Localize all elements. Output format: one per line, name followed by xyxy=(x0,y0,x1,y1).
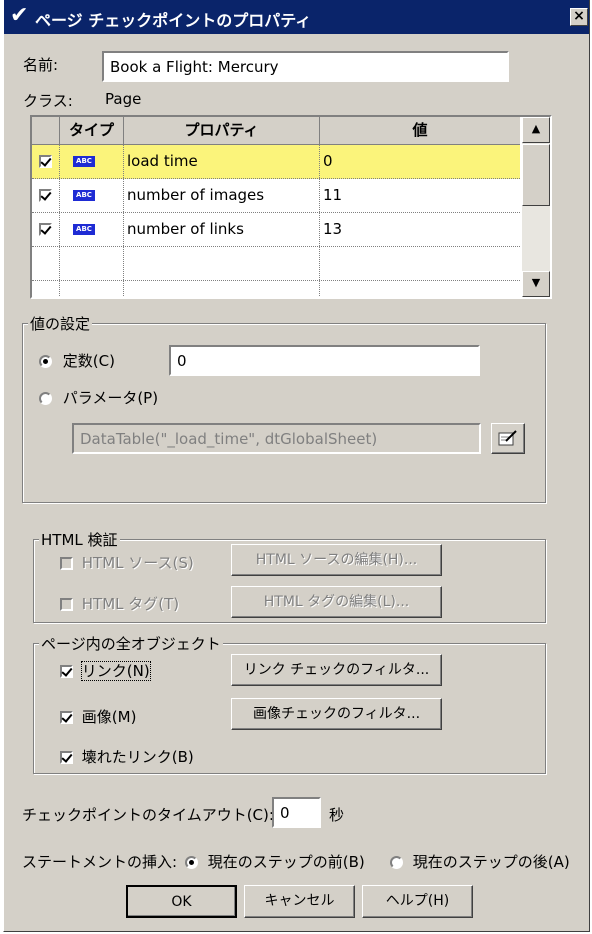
insert-before-label: 現在のステップの前(B) xyxy=(207,853,365,871)
html-source-option[interactable]: HTML ソース(S) xyxy=(60,552,194,573)
constant-radio-label: 定数(C) xyxy=(62,352,115,370)
table-header: タイプ プロパティ 値 xyxy=(32,117,520,145)
broken-links-checkbox[interactable] xyxy=(60,751,73,764)
insert-label: ステートメントの挿入: xyxy=(22,853,178,871)
cancel-button[interactable]: キャンセル xyxy=(244,885,355,918)
parameter-option[interactable]: パラメータ(P) xyxy=(39,387,158,408)
table-row[interactable]: ABC number of images 11 xyxy=(32,179,520,213)
html-source-label: HTML ソース(S) xyxy=(81,554,194,572)
constant-option[interactable]: 定数(C) xyxy=(39,350,115,371)
broken-links-option[interactable]: 壊れたリンク(B) xyxy=(60,746,194,767)
empty-row xyxy=(32,281,520,297)
insert-after-option[interactable]: 現在のステップの後(A) xyxy=(390,851,570,872)
parameter-radio[interactable] xyxy=(39,392,52,405)
value-settings-label: 値の設定 xyxy=(28,313,93,334)
scroll-thumb[interactable] xyxy=(522,144,550,206)
header-checkbox-col xyxy=(32,117,60,145)
property-table: タイプ プロパティ 値 ABC load time 0 ABC number o… xyxy=(30,115,552,299)
row-checkbox[interactable] xyxy=(39,223,52,236)
abc-type-icon: ABC xyxy=(73,190,95,201)
value-cell: 13 xyxy=(323,220,343,238)
html-tag-label: HTML タグ(T) xyxy=(81,595,180,613)
constant-value-field[interactable]: 0 xyxy=(169,345,480,376)
html-source-checkbox[interactable] xyxy=(60,557,73,570)
table-scrollbar[interactable]: ▲ ▼ xyxy=(522,117,550,297)
insert-after-label: 現在のステップの後(A) xyxy=(412,853,570,871)
row-checkbox[interactable] xyxy=(39,189,52,202)
images-label: 画像(M) xyxy=(81,708,137,726)
header-property[interactable]: プロパティ xyxy=(124,117,320,145)
html-source-edit-button[interactable]: HTML ソースの編集(H)... xyxy=(231,544,442,576)
title-bar[interactable]: ✔ ページ チェックポイントのプロパティ × xyxy=(4,0,589,34)
html-tag-edit-button[interactable]: HTML タグの編集(L)... xyxy=(231,586,442,618)
constant-radio[interactable] xyxy=(39,355,52,368)
class-value: Page xyxy=(105,90,142,108)
name-field[interactable]: Book a Flight: Mercury xyxy=(102,51,509,82)
name-label: 名前: xyxy=(23,56,59,74)
image-filter-button[interactable]: 画像チェックのフィルタ... xyxy=(231,698,442,730)
ok-button[interactable]: OK xyxy=(126,885,237,918)
scroll-up-icon[interactable]: ▲ xyxy=(522,117,550,143)
table-row[interactable]: ABC load time 0 xyxy=(32,145,520,179)
html-verify-label: HTML 検証 xyxy=(39,529,120,550)
all-objects-label: ページ内の全オブジェクト xyxy=(39,633,223,654)
insert-before-radio[interactable] xyxy=(185,856,198,869)
property-cell: load time xyxy=(124,145,320,178)
value-cell: 0 xyxy=(323,152,333,170)
row-checkbox[interactable] xyxy=(39,155,52,168)
table-row[interactable]: ABC number of links 13 xyxy=(32,213,520,247)
empty-row xyxy=(32,247,520,281)
links-label: リンク(N) xyxy=(80,661,151,681)
window-title: ページ チェックポイントのプロパティ xyxy=(35,11,312,30)
links-checkbox[interactable] xyxy=(60,665,73,678)
timeout-label: チェックポイントのタイムアウト(C): xyxy=(22,806,274,824)
html-tag-checkbox[interactable] xyxy=(60,598,73,611)
broken-links-label: 壊れたリンク(B) xyxy=(81,748,194,766)
timeout-field[interactable]: 0 xyxy=(272,797,321,828)
header-type[interactable]: タイプ xyxy=(60,117,124,145)
property-cell: number of images xyxy=(124,179,320,212)
timeout-unit: 秒 xyxy=(329,806,345,824)
html-tag-option[interactable]: HTML タグ(T) xyxy=(60,593,179,614)
dialog-window: ✔ ページ チェックポイントのプロパティ × 名前: Book a Flight… xyxy=(3,0,590,932)
abc-type-icon: ABC xyxy=(73,224,95,235)
value-cell: 11 xyxy=(323,186,343,204)
edit-icon xyxy=(498,430,517,446)
images-option[interactable]: 画像(M) xyxy=(60,706,136,727)
scroll-down-icon[interactable]: ▼ xyxy=(522,271,550,297)
help-button[interactable]: ヘルプ(H) xyxy=(362,885,473,918)
links-option[interactable]: リンク(N) xyxy=(60,660,151,681)
insert-after-radio[interactable] xyxy=(390,856,403,869)
parameter-value-field[interactable]: DataTable("_load_time", dtGlobalSheet) xyxy=(72,423,481,454)
link-filter-button[interactable]: リンク チェックのフィルタ... xyxy=(231,654,442,686)
class-label: クラス: xyxy=(23,92,73,110)
edit-parameter-button[interactable] xyxy=(491,423,525,454)
insert-before-option[interactable]: 現在のステップの前(B) xyxy=(185,851,365,872)
header-value[interactable]: 値 xyxy=(320,117,520,145)
images-checkbox[interactable] xyxy=(60,711,73,724)
checkmark-icon: ✔ xyxy=(10,3,29,28)
property-cell: number of links xyxy=(124,213,320,246)
abc-type-icon: ABC xyxy=(73,156,95,167)
parameter-radio-label: パラメータ(P) xyxy=(62,389,159,407)
close-button[interactable]: × xyxy=(570,8,588,26)
